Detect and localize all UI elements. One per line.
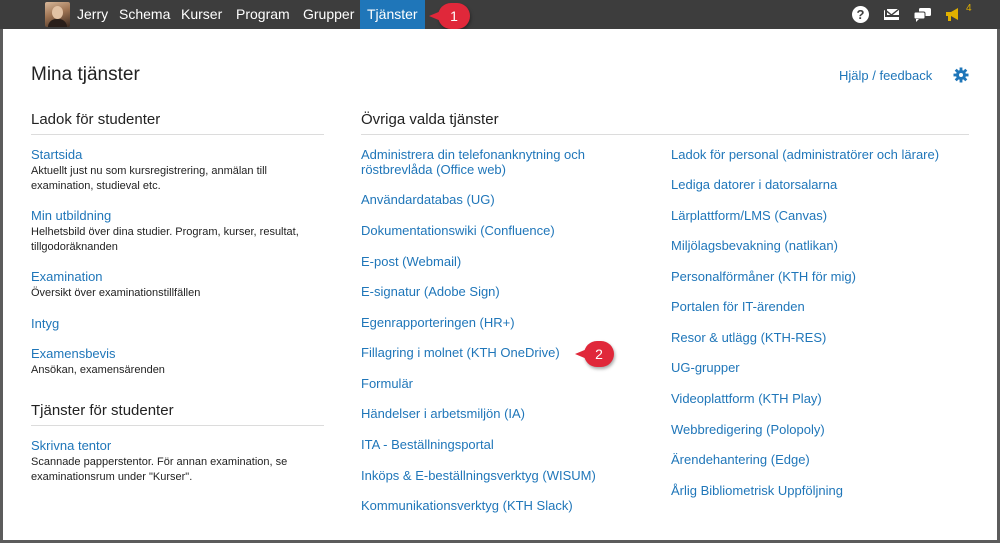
service-link-slack[interactable]: Kommunikationsverktyg (KTH Slack) (361, 498, 573, 514)
service-link-it-arenden[interactable]: Portalen för IT-ärenden (671, 299, 805, 315)
megaphone-icon[interactable] (945, 7, 961, 22)
service-link-confluence[interactable]: Dokumentationswiki (Confluence) (361, 223, 555, 239)
service-link-edge[interactable]: Ärendehantering (Edge) (671, 452, 810, 468)
callout-marker-1: 1 (429, 3, 470, 29)
help-icon[interactable]: ? (852, 6, 869, 23)
ladok-desc-startsida-line1: Aktuellt just nu som kursregistrering, a… (31, 165, 267, 177)
service-link-natlikan[interactable]: Miljölagsbevakning (natlikan) (671, 238, 838, 254)
section-title-ladok: Ladok för studenter (31, 111, 161, 128)
service-link-canvas[interactable]: Lärplattform/LMS (Canvas) (671, 208, 827, 224)
service-link-bibliometrisk[interactable]: Årlig Bibliometrisk Uppföljning (671, 483, 843, 499)
callout-marker-2: 2 (575, 341, 614, 367)
service-link-ladok-personal[interactable]: Ladok för personal (administratörer och … (671, 147, 939, 163)
section-title-other-services: Övriga valda tjänster (361, 111, 499, 128)
chat-icon[interactable] (913, 8, 931, 22)
student-desc-skrivna-tentor-line2: examinationsrum under "Kurser". (31, 471, 193, 483)
page-title: Mina tjänster (31, 64, 140, 85)
nav-item-kurser[interactable]: Kurser (174, 0, 229, 29)
ladok-link-startsida[interactable]: Startsida (31, 147, 82, 163)
avatar[interactable] (45, 2, 70, 27)
service-link-polopoly[interactable]: Webbredigering (Polopoly) (671, 422, 825, 438)
service-link-office-web-line2[interactable]: röstbrevlåda (Office web) (361, 162, 506, 178)
gear-icon[interactable] (953, 67, 969, 83)
service-link-ug-grupper[interactable]: UG-grupper (671, 360, 740, 376)
service-link-hr-plus[interactable]: Egenrapporteringen (HR+) (361, 315, 515, 331)
notification-count-badge: 4 (966, 3, 972, 14)
student-link-skrivna-tentor[interactable]: Skrivna tentor (31, 438, 111, 454)
student-desc-skrivna-tentor-line1: Scannade papperstentor. För annan examin… (31, 456, 288, 468)
service-link-lediga-datorer[interactable]: Lediga datorer i datorsalarna (671, 177, 837, 193)
section-divider (31, 425, 324, 426)
mail-icon[interactable] (884, 9, 899, 20)
ladok-link-examensbevis[interactable]: Examensbevis (31, 346, 116, 362)
section-divider (31, 134, 324, 135)
ladok-desc-examination: Översikt över examinationstillfällen (31, 287, 201, 299)
service-link-adobe-sign[interactable]: E-signatur (Adobe Sign) (361, 284, 500, 300)
service-link-ug[interactable]: Användardatabas (UG) (361, 192, 495, 208)
service-link-ia[interactable]: Händelser i arbetsmiljön (IA) (361, 406, 525, 422)
services-panel: Mina tjänster Hjälp / feedback Ladok för… (3, 29, 997, 540)
nav-item-tjanster[interactable]: Tjänster (360, 0, 425, 29)
section-title-student-services: Tjänster för studenter (31, 402, 174, 419)
nav-item-schema[interactable]: Schema (112, 0, 177, 29)
nav-item-program[interactable]: Program (229, 0, 297, 29)
service-link-formular[interactable]: Formulär (361, 376, 413, 392)
service-link-office-web-line1[interactable]: Administrera din telefonanknytning och (361, 147, 585, 163)
ladok-link-intyg[interactable]: Intyg (31, 316, 59, 332)
service-link-kth-res[interactable]: Resor & utlägg (KTH-RES) (671, 330, 826, 346)
top-navigation-bar: Jerry Schema Kurser Program Grupper Tjän… (0, 0, 1000, 29)
service-link-webmail[interactable]: E-post (Webmail) (361, 254, 461, 270)
service-link-kth-play[interactable]: Videoplattform (KTH Play) (671, 391, 822, 407)
service-link-ita[interactable]: ITA - Beställningsportal (361, 437, 494, 453)
ladok-desc-examensbevis: Ansökan, examensärenden (31, 364, 165, 376)
nav-item-grupper[interactable]: Grupper (296, 0, 361, 29)
service-link-wisum[interactable]: Inköps & E-beställningsverktyg (WISUM) (361, 468, 596, 484)
nav-user-jerry[interactable]: Jerry (70, 0, 115, 29)
section-divider (361, 134, 969, 135)
ladok-desc-min-utbildning-line2: tillgodoräknanden (31, 241, 118, 253)
help-feedback-link[interactable]: Hjälp / feedback (839, 68, 932, 83)
service-link-kth-for-mig[interactable]: Personalförmåner (KTH för mig) (671, 269, 856, 285)
ladok-link-min-utbildning[interactable]: Min utbildning (31, 208, 111, 224)
service-link-onedrive[interactable]: Fillagring i molnet (KTH OneDrive) (361, 345, 560, 361)
ladok-desc-startsida-line2: examination, studieval etc. (31, 180, 161, 192)
ladok-link-examination[interactable]: Examination (31, 269, 103, 285)
ladok-desc-min-utbildning-line1: Helhetsbild över dina studier. Program, … (31, 226, 299, 238)
